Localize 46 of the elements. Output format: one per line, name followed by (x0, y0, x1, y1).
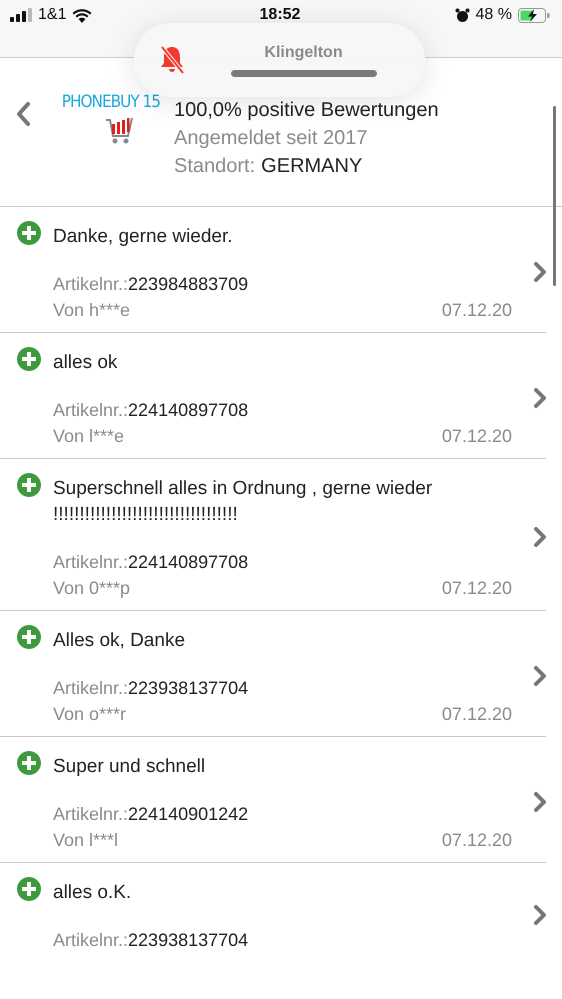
review-row[interactable]: alles ok Artikelnr.:224140897708 Von l***e 07.12.20 (0, 333, 546, 459)
location-value: GERMANY (261, 155, 362, 178)
item-number: Artikelnr.:223938137704 (53, 677, 250, 700)
rating-text: 100,0% positive Bewertungen (174, 99, 439, 122)
review-author: Von h***e (53, 299, 130, 322)
review-date: 07.12.20 (442, 425, 512, 448)
review-row[interactable]: Danke, gerne wieder. Artikelnr.:223984883709 Von h***e 07.12.20 (0, 207, 546, 333)
review-author: Von 0***p (53, 577, 130, 600)
review-comment: Danke, gerne wieder. (53, 225, 233, 249)
location-label: Standort: (174, 155, 256, 178)
review-comment: Superschnell alles in Ordnung , gerne wieder !!!!!!!!!!!!!!!!!!!!!!!!!!!!!!!!!!! (53, 477, 434, 527)
battery-charging-icon (518, 8, 550, 22)
review-author: Von l***e (53, 425, 124, 448)
review-comment: alles o.K. (53, 881, 132, 905)
review-comment: Super und schnell (53, 755, 206, 779)
chevron-icon (532, 790, 548, 814)
chevron-icon (532, 260, 548, 284)
chevron-icon (532, 902, 548, 926)
chevron-icon (532, 664, 548, 688)
review-comment: Alles ok, Danke (53, 629, 186, 653)
volume-title: Klingelton (264, 44, 343, 62)
carrier-name: 1&1 (38, 6, 66, 24)
item-number: Artikelnr.:224140897708 (53, 551, 250, 574)
clock-time: 18:52 (260, 5, 300, 25)
review-date: 07.12.20 (442, 299, 512, 322)
logo-text: PHONEBUY 15 (62, 92, 160, 112)
chevron-icon (532, 524, 548, 548)
member-since: Angemeldet seit 2017 (174, 127, 368, 150)
item-number: Artikelnr.:224140897708 (53, 399, 250, 422)
review-author: Von l***l (53, 829, 118, 852)
item-number: Artikelnr.:224140901242 (53, 803, 250, 826)
review-date: 07.12.20 (442, 577, 512, 600)
review-author: Von o***r (53, 703, 126, 726)
review-comment: alles ok (53, 351, 118, 375)
wifi-icon (72, 8, 92, 22)
chevron-icon (532, 386, 548, 410)
review-date: 07.12.20 (442, 703, 512, 726)
signal-icon (10, 8, 32, 22)
review-row[interactable]: Superschnell alles in Ordnung , gerne wieder !!!!!!!!!!!!!!!!!!!!!!!!!!!!!!!!!!! Artikelnr.:224140897708 Von 0***p 07.12.20 (0, 459, 546, 611)
battery-percent: 48 % (476, 6, 512, 24)
review-row[interactable]: Super und schnell Artikelnr.:224140901242 Von l***l 07.12.20 (0, 737, 546, 863)
review-date: 07.12.20 (442, 829, 512, 852)
item-number: Artikelnr.:223938137704 (53, 929, 250, 952)
review-row[interactable]: Alles ok, Danke Artikelnr.:223938137704 Von o***r 07.12.20 (0, 611, 546, 737)
item-number: Artikelnr.:223984883709 (53, 273, 250, 296)
review-row[interactable]: alles o.K. Artikelnr.:223938137704 (0, 863, 546, 962)
